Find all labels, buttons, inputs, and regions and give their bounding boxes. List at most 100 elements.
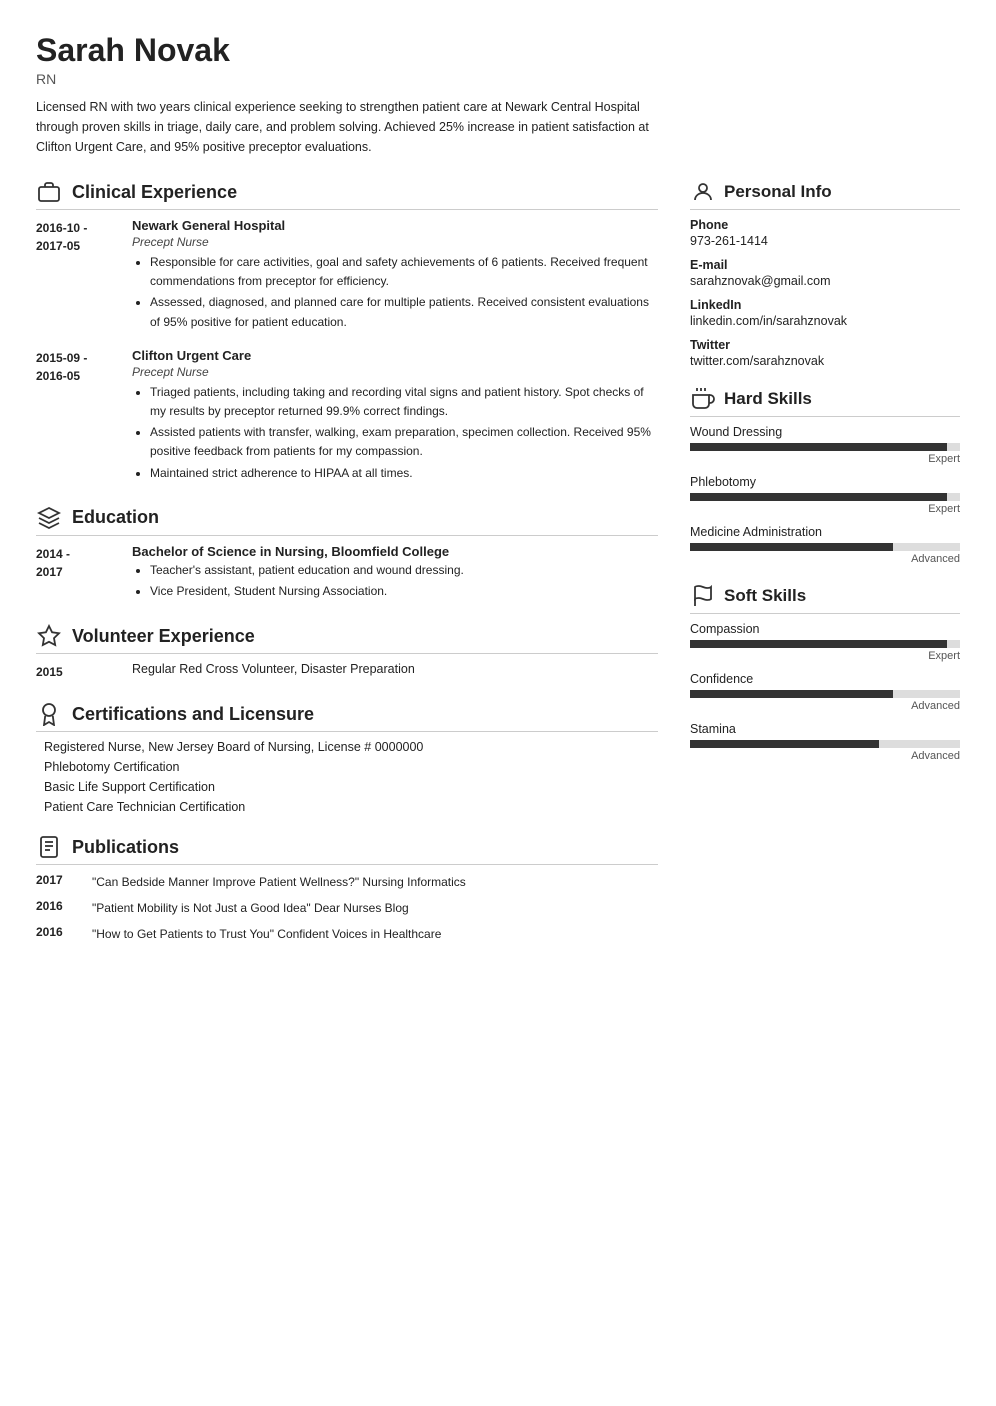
bullet-item: Assisted patients with transfer, walking… bbox=[150, 423, 658, 461]
skill-level: Expert bbox=[690, 503, 960, 515]
entry-item: 2015 Regular Red Cross Volunteer, Disaste… bbox=[36, 662, 658, 681]
badge-icon bbox=[36, 701, 62, 727]
soft-skills-header: Soft Skills bbox=[690, 583, 960, 614]
graduation-icon bbox=[36, 505, 62, 531]
skill-item: Medicine Administration Advanced bbox=[690, 525, 960, 565]
section-header-publications: Publications bbox=[36, 834, 658, 865]
briefcase-icon bbox=[36, 179, 62, 205]
info-label: E-mail bbox=[690, 258, 960, 272]
cert-item: Phlebotomy Certification bbox=[44, 760, 658, 774]
section-header-clinical: Clinical Experience bbox=[36, 179, 658, 210]
info-label: Phone bbox=[690, 218, 960, 232]
entry-org: Newark General Hospital bbox=[132, 218, 658, 233]
left-column: Clinical Experience 2016-10 -2017-05Newar… bbox=[36, 179, 658, 963]
pub-entry: 2016 "How to Get Patients to Trust You" … bbox=[36, 925, 658, 943]
info-value: twitter.com/sarahznovak bbox=[690, 354, 960, 368]
entry-org: Clifton Urgent Care bbox=[132, 348, 658, 363]
skill-bar bbox=[690, 690, 960, 698]
pub-text: "How to Get Patients to Trust You" Confi… bbox=[92, 925, 441, 943]
skill-item: Compassion Expert bbox=[690, 622, 960, 662]
entry-item: 2016-10 -2017-05Newark General HospitalP… bbox=[36, 218, 658, 334]
main-layout: Clinical Experience 2016-10 -2017-05Newar… bbox=[36, 179, 960, 963]
skill-item: Wound Dressing Expert bbox=[690, 425, 960, 465]
entry-content: Clifton Urgent Care Precept Nurse Triaged … bbox=[132, 348, 658, 485]
entry-bullets: Teacher's assistant, patient education a… bbox=[132, 561, 658, 601]
pub-entry: 2016 "Patient Mobility is Not Just a Goo… bbox=[36, 899, 658, 917]
skill-bar bbox=[690, 740, 960, 748]
entry-date: 2015-09 -2016-05 bbox=[36, 348, 116, 485]
skill-level: Expert bbox=[690, 650, 960, 662]
personal-info-header: Personal Info bbox=[690, 179, 960, 210]
section-header-volunteer: Volunteer Experience bbox=[36, 623, 658, 654]
pub-text: "Patient Mobility is Not Just a Good Ide… bbox=[92, 899, 409, 917]
bullet-item: Teacher's assistant, patient education a… bbox=[150, 561, 658, 580]
pub-year: 2016 bbox=[36, 925, 76, 943]
info-label: Twitter bbox=[690, 338, 960, 352]
skill-level: Advanced bbox=[690, 700, 960, 712]
skill-name: Wound Dressing bbox=[690, 425, 960, 439]
skill-bar bbox=[690, 543, 960, 551]
bullet-item: Maintained strict adherence to HIPAA at … bbox=[150, 464, 658, 483]
personal-info-title: Personal Info bbox=[724, 182, 832, 202]
cert-item: Patient Care Technician Certification bbox=[44, 800, 658, 814]
entry-bullets: Responsible for care activities, goal an… bbox=[132, 253, 658, 332]
skill-name: Phlebotomy bbox=[690, 475, 960, 489]
flag-icon bbox=[690, 583, 716, 609]
section-header-education: Education bbox=[36, 505, 658, 536]
section-soft-skills: Soft Skills Compassion Expert Confidence… bbox=[690, 583, 960, 762]
bullet-item: Triaged patients, including taking and r… bbox=[150, 383, 658, 421]
cert-item: Registered Nurse, New Jersey Board of Nu… bbox=[44, 740, 658, 754]
skill-bar-fill bbox=[690, 543, 893, 551]
document-icon bbox=[36, 834, 62, 860]
section-title-certifications: Certifications and Licensure bbox=[72, 704, 314, 725]
entry-date: 2014 -2017 bbox=[36, 544, 116, 603]
entry-role: Precept Nurse bbox=[132, 235, 658, 249]
info-value: sarahznovak@gmail.com bbox=[690, 274, 960, 288]
info-value: linkedin.com/in/sarahznovak bbox=[690, 314, 960, 328]
entry-content: Regular Red Cross Volunteer, Disaster Pr… bbox=[132, 662, 658, 681]
cert-item: Basic Life Support Certification bbox=[44, 780, 658, 794]
section-publications: Publications 2017 "Can Bedside Manner Imp… bbox=[36, 834, 658, 943]
skill-name: Compassion bbox=[690, 622, 960, 636]
bullet-item: Responsible for care activities, goal an… bbox=[150, 253, 658, 291]
pub-year: 2017 bbox=[36, 873, 76, 891]
entry-role: Precept Nurse bbox=[132, 365, 658, 379]
entry-bullets: Triaged patients, including taking and r… bbox=[132, 383, 658, 483]
skill-bar-fill bbox=[690, 690, 893, 698]
skill-name: Stamina bbox=[690, 722, 960, 736]
skill-bar-fill bbox=[690, 443, 947, 451]
hard-skills-header: Hard Skills bbox=[690, 386, 960, 417]
info-label: LinkedIn bbox=[690, 298, 960, 312]
hand-icon bbox=[690, 386, 716, 412]
page-container: Sarah Novak RN Licensed RN with two year… bbox=[36, 32, 960, 963]
skill-item: Stamina Advanced bbox=[690, 722, 960, 762]
bullet-item: Vice President, Student Nursing Associat… bbox=[150, 582, 658, 601]
candidate-name: Sarah Novak bbox=[36, 32, 960, 69]
skill-name: Medicine Administration bbox=[690, 525, 960, 539]
candidate-summary: Licensed RN with two years clinical expe… bbox=[36, 97, 656, 157]
hard-skills-title: Hard Skills bbox=[724, 389, 812, 409]
skill-bar bbox=[690, 640, 960, 648]
bullet-item: Assessed, diagnosed, and planned care fo… bbox=[150, 293, 658, 331]
skill-item: Phlebotomy Expert bbox=[690, 475, 960, 515]
skill-level: Expert bbox=[690, 453, 960, 465]
entry-content: Bachelor of Science in Nursing, Bloomfie… bbox=[132, 544, 658, 603]
soft-skills-title: Soft Skills bbox=[724, 586, 806, 606]
section-certifications: Certifications and Licensure Registered N… bbox=[36, 701, 658, 814]
skill-bar-fill bbox=[690, 640, 947, 648]
skill-bar bbox=[690, 443, 960, 451]
header: Sarah Novak RN Licensed RN with two year… bbox=[36, 32, 960, 157]
entry-item: 2015-09 -2016-05 Clifton Urgent Care Prece… bbox=[36, 348, 658, 485]
entry-date: 2015 bbox=[36, 662, 116, 681]
entry-org: Bachelor of Science in Nursing, Bloomfie… bbox=[132, 544, 658, 559]
pub-text: "Can Bedside Manner Improve Patient Well… bbox=[92, 873, 466, 891]
entry-text: Regular Red Cross Volunteer, Disaster Pr… bbox=[132, 662, 658, 676]
section-volunteer: Volunteer Experience 2015 Regular Red Cros… bbox=[36, 623, 658, 681]
section-education: Education 2014 -2017 Bachelor of Science i… bbox=[36, 505, 658, 603]
right-column: Personal Info Phone 973-261-1414E-mail s… bbox=[690, 179, 960, 780]
section-header-certifications: Certifications and Licensure bbox=[36, 701, 658, 732]
skill-item: Confidence Advanced bbox=[690, 672, 960, 712]
section-hard-skills: Hard Skills Wound Dressing Expert Phlebo… bbox=[690, 386, 960, 565]
skill-level: Advanced bbox=[690, 553, 960, 565]
entry-content: Newark General Hospital Precept Nurse Resp… bbox=[132, 218, 658, 334]
